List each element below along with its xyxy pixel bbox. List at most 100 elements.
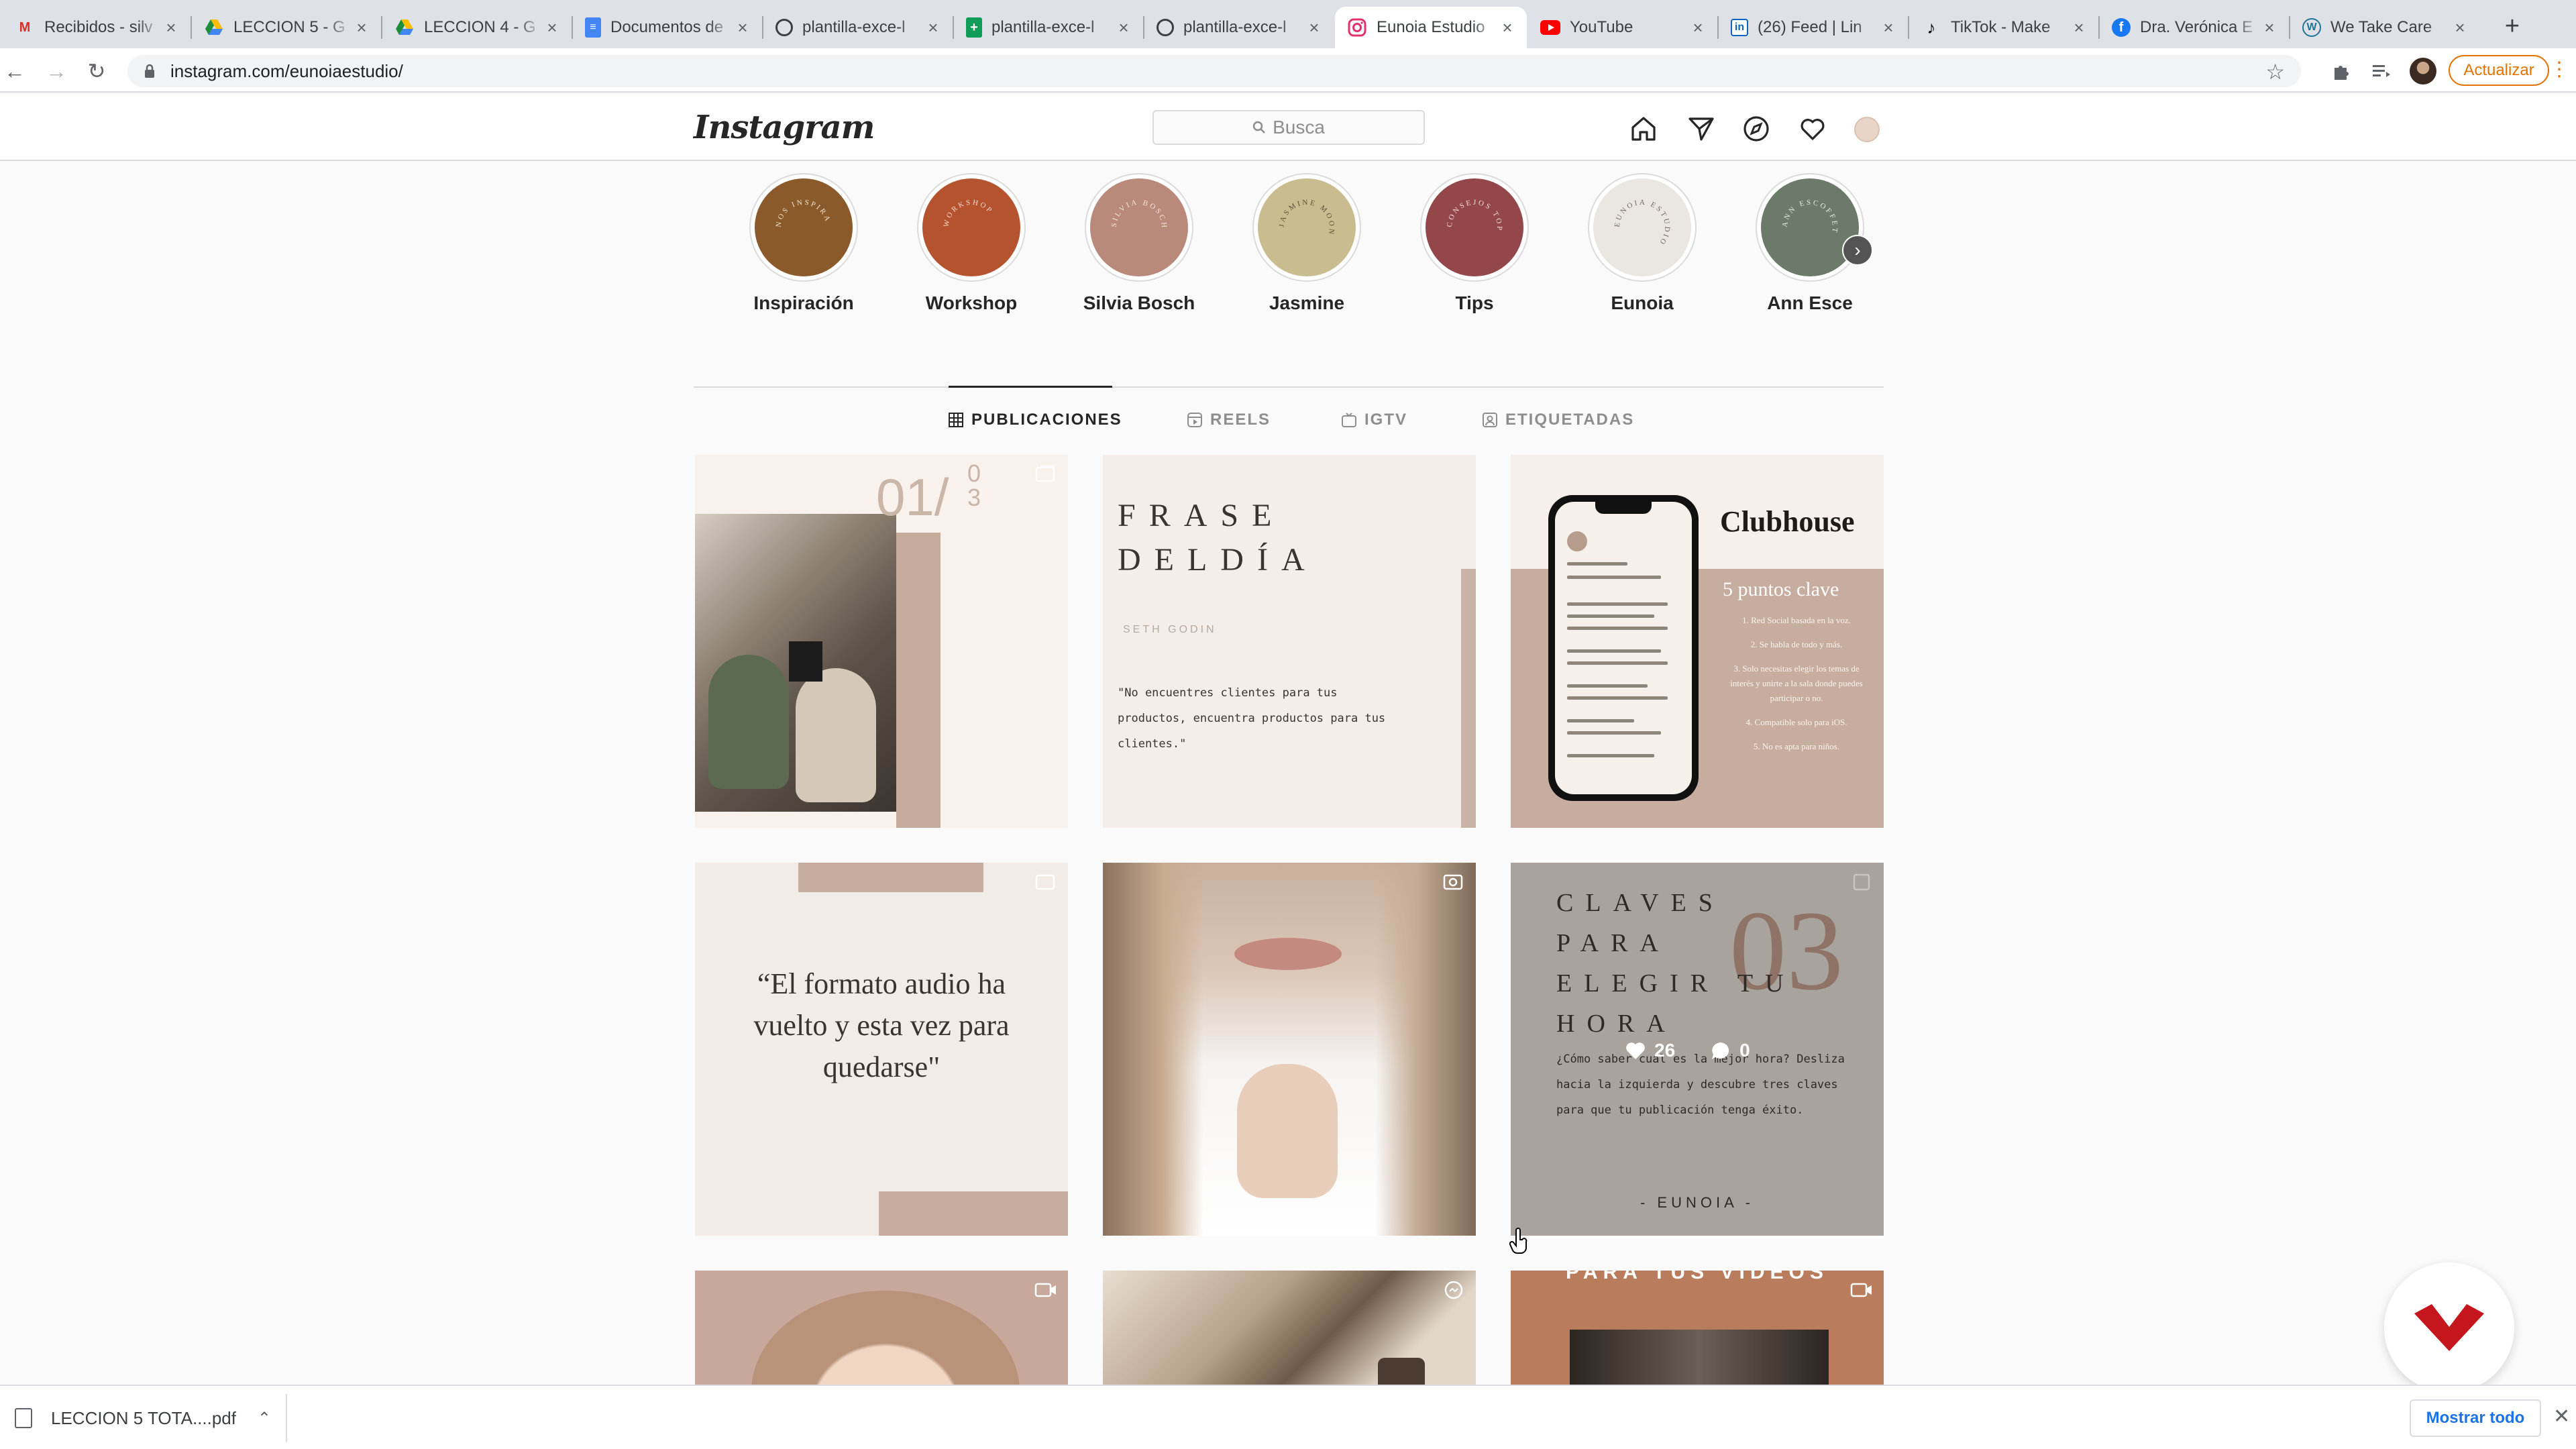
instagram-logo[interactable]: Instagram: [694, 109, 875, 146]
tab-etiquetadas[interactable]: ETIQUETADAS: [1483, 411, 1634, 429]
explore-compass-icon[interactable]: [1741, 114, 1771, 144]
reels-icon: [1444, 1281, 1463, 1299]
url-text: instagram.com/eunoiaestudio/: [170, 60, 403, 81]
profile-avatar[interactable]: [2410, 58, 2436, 85]
tab-plantilla-3[interactable]: plantilla-exce-l ×: [1144, 7, 1334, 48]
highlight-ring-label: SILVIA BOSCH: [1110, 199, 1168, 230]
gmail-icon: M: [19, 19, 31, 35]
new-tab-button[interactable]: +: [2496, 9, 2529, 43]
tab-reels[interactable]: REELS: [1187, 411, 1271, 429]
close-tab-icon[interactable]: ×: [161, 17, 181, 38]
home-icon[interactable]: [1629, 114, 1658, 144]
close-tab-icon[interactable]: ×: [542, 17, 562, 38]
post-tile[interactable]: Clubhouse 5 puntos clave 1. Red Social b…: [1511, 455, 1884, 828]
reload-icon[interactable]: ↻: [82, 56, 111, 86]
close-tab-icon[interactable]: ×: [923, 17, 943, 38]
story-highlight-workshop[interactable]: WORKSHOP Workshop: [904, 173, 1038, 314]
forward-arrow-icon[interactable]: →: [42, 56, 71, 86]
tab-gmail[interactable]: M Recibidos - silv ×: [3, 7, 191, 48]
activity-heart-icon[interactable]: [1798, 114, 1827, 144]
close-tab-icon[interactable]: ×: [1497, 17, 1517, 38]
post-tile[interactable]: [695, 1271, 1068, 1385]
story-highlight-jasmine[interactable]: JASMINE MOON Jasmine: [1240, 173, 1374, 314]
close-tab-icon[interactable]: ×: [2069, 17, 2089, 38]
tab-title: Documentos de: [610, 18, 724, 36]
floating-chat-button[interactable]: [2384, 1263, 2514, 1393]
extensions-puzzle-icon[interactable]: [2328, 58, 2355, 85]
direct-messages-icon[interactable]: [1686, 114, 1716, 144]
more-options-icon[interactable]: ⋮: [2549, 58, 2569, 81]
close-tab-icon[interactable]: ×: [1114, 17, 1134, 38]
search-input[interactable]: Busca: [1152, 110, 1425, 145]
story-highlight-eunoia[interactable]: EUNOIA ESTUDIO Eunoia: [1575, 173, 1709, 314]
photo-figure: [796, 668, 876, 802]
close-icon[interactable]: ✕: [2553, 1405, 2570, 1428]
likes-stat: 26: [1625, 1040, 1675, 1061]
address-bar[interactable]: instagram.com/eunoiaestudio/ ☆: [127, 55, 2301, 87]
close-tab-icon[interactable]: ×: [1688, 17, 1708, 38]
photo-hair: [1375, 863, 1476, 1236]
bookmark-star-icon[interactable]: ☆: [2265, 59, 2285, 85]
tab-youtube[interactable]: YouTube ×: [1528, 7, 1717, 48]
highlight-ring-label: CONSEJOS TOP: [1446, 199, 1504, 233]
post-tile[interactable]: [1103, 1271, 1476, 1385]
highlight-label: Ann Esce: [1767, 292, 1853, 313]
post-heading: PARA TUS VIDEOS: [1566, 1271, 1829, 1283]
post-tile[interactable]: PARA TUS VIDEOS: [1511, 1271, 1884, 1385]
user-avatar[interactable]: [1854, 117, 1880, 142]
tab-label: ETIQUETADAS: [1505, 411, 1635, 429]
search-placeholder: Busca: [1273, 117, 1325, 138]
tab-igtv[interactable]: IGTV: [1342, 411, 1407, 429]
tab-drive-leccion4[interactable]: LECCION 4 - G ×: [382, 7, 572, 48]
profile-avatar: [1567, 531, 1587, 551]
text-line: [1567, 754, 1654, 757]
close-tab-icon[interactable]: ×: [1878, 17, 1898, 38]
tab-wordpress[interactable]: W We Take Care ×: [2290, 7, 2479, 48]
search-icon: [1252, 121, 1265, 133]
tab-drive-leccion5[interactable]: LECCION 5 - G ×: [192, 7, 381, 48]
highlight-label: Jasmine: [1269, 292, 1345, 313]
google-drive-icon: [394, 17, 415, 38]
post-tile[interactable]: FRASE DELDÍA SETH GODIN "No encuentres c…: [1103, 455, 1476, 828]
instagram-icon: [1347, 17, 1367, 38]
facebook-icon: f: [2112, 18, 2131, 37]
story-highlight-tips[interactable]: CONSEJOS TOP Tips: [1407, 173, 1542, 314]
tab-plantilla-2[interactable]: + plantilla-exce-l ×: [954, 7, 1143, 48]
chevron-up-icon[interactable]: ⌃: [258, 1409, 271, 1428]
tab-plantilla-1[interactable]: plantilla-exce-l ×: [763, 7, 953, 48]
story-highlight-inspiracion[interactable]: NOS INSPIRA Inspiración: [737, 173, 871, 314]
tab-facebook[interactable]: f Dra. Verónica E ×: [2100, 7, 2289, 48]
post-brand: - EUNOIA -: [1640, 1194, 1754, 1211]
show-all-downloads-button[interactable]: Mostrar todo: [2410, 1399, 2541, 1437]
back-arrow-icon[interactable]: ←: [0, 56, 30, 86]
wordpress-icon: W: [2302, 18, 2321, 37]
highlight-ring-text: CONSEJOS TOP: [1446, 199, 1504, 233]
highlight-ring-label: WORKSHOP: [943, 199, 995, 228]
close-tab-icon[interactable]: ×: [2259, 17, 2279, 38]
tab-documentos[interactable]: ≡ Documentos de ×: [573, 7, 762, 48]
story-highlight-silvia-bosch[interactable]: SILVIA BOSCH Silvia Bosch: [1072, 173, 1206, 314]
pdf-file-icon: [15, 1408, 32, 1428]
highlight-ring: EUNOIA ESTUDIO: [1588, 173, 1697, 282]
linkedin-icon: in: [1731, 19, 1748, 36]
close-tab-icon[interactable]: ×: [2450, 17, 2470, 38]
browser-tab-strip: M Recibidos - silv × LECCION 5 - G × LEC…: [0, 0, 2576, 48]
close-tab-icon[interactable]: ×: [733, 17, 753, 38]
close-tab-icon[interactable]: ×: [352, 17, 372, 38]
post-tile[interactable]: 01/ 0 3: [695, 455, 1068, 828]
tab-eunoia-estudio[interactable]: Eunoia Estudio ×: [1335, 7, 1527, 48]
tab-tiktok[interactable]: ♪ TikTok - Make ×: [1909, 7, 2098, 48]
update-button[interactable]: Actualizar: [2449, 55, 2549, 86]
tab-publicaciones[interactable]: PUBLICACIONES: [949, 411, 1122, 429]
download-item[interactable]: LECCION 5 TOTA....pdf ⌃: [15, 1399, 283, 1437]
highlights-next-arrow-icon[interactable]: ›: [1842, 235, 1873, 266]
post-tile[interactable]: “El formato audio ha vuelto y esta vez p…: [695, 863, 1068, 1236]
highlight-label: Silvia Bosch: [1083, 292, 1195, 313]
reading-list-icon[interactable]: [2368, 58, 2395, 85]
photo-hand: [1237, 1064, 1338, 1198]
close-tab-icon[interactable]: ×: [1304, 17, 1324, 38]
comments-stat: 0: [1710, 1040, 1750, 1061]
post-tile[interactable]: [1103, 863, 1476, 1236]
post-tile[interactable]: 03 CLAVES PARA ELEGIR TU HORA ¿Cómo sabe…: [1511, 863, 1884, 1236]
tab-linkedin[interactable]: in (26) Feed | Lin ×: [1719, 7, 1908, 48]
